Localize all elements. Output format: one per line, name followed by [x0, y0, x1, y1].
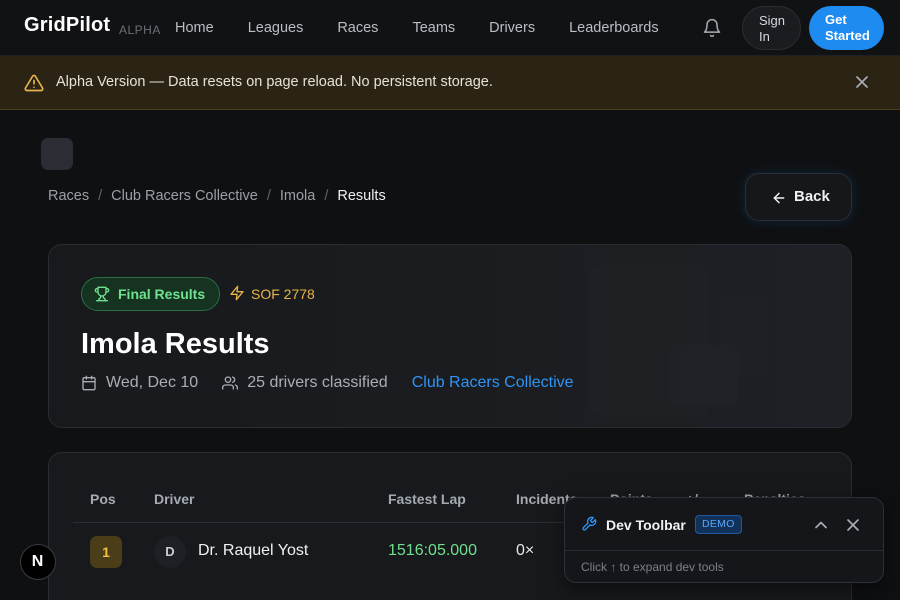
- demo-badge: DEMO: [695, 515, 742, 534]
- bell-icon[interactable]: [702, 18, 722, 38]
- decorative-pattern: [589, 265, 829, 415]
- race-header-card: Final Results SOF 2778 Imola Results Wed…: [48, 244, 852, 428]
- wrench-icon: [582, 516, 597, 531]
- breadcrumb-separator: /: [266, 188, 271, 204]
- league-link[interactable]: Club Racers Collective: [412, 374, 574, 392]
- dev-toolbar-header[interactable]: Dev Toolbar DEMO: [565, 498, 883, 551]
- chevron-up-icon[interactable]: [811, 515, 831, 535]
- users-icon: [222, 376, 239, 390]
- back-button[interactable]: Back: [745, 173, 852, 221]
- sign-in-button[interactable]: Sign In: [742, 6, 801, 50]
- arrow-left-icon: [773, 192, 785, 204]
- final-results-badge: Final Results: [81, 277, 221, 311]
- nav-link-leaderboards[interactable]: Leaderboards: [569, 20, 659, 36]
- avatar: D: [154, 536, 186, 568]
- driver-name[interactable]: Dr. Raquel Yost: [198, 542, 308, 560]
- framework-dev-button[interactable]: N: [20, 544, 56, 580]
- position-badge: [41, 138, 73, 170]
- nav-link-leagues[interactable]: Leagues: [248, 20, 304, 36]
- alpha-tag: ALPHA: [119, 23, 161, 37]
- nav-link-teams[interactable]: Teams: [412, 20, 455, 36]
- page-title: Imola Results: [81, 328, 270, 360]
- framework-dev-label: N: [31, 553, 44, 570]
- dev-toolbar-title: Dev Toolbar: [606, 517, 686, 533]
- breadcrumb-league[interactable]: Club Racers Collective: [111, 188, 258, 204]
- col-fastest-lap[interactable]: Fastest Lap: [388, 491, 466, 507]
- drivers-count: 25 drivers classified: [222, 374, 388, 392]
- race-date-text: Wed, Dec 10: [106, 374, 199, 391]
- top-navbar: GridPilot ALPHA Home Leagues Races Teams…: [0, 0, 900, 56]
- nav-link-races[interactable]: Races: [337, 20, 378, 36]
- close-icon[interactable]: [843, 515, 863, 535]
- col-pos[interactable]: Pos: [90, 491, 116, 507]
- alpha-banner: Alpha Version — Data resets on page relo…: [0, 56, 900, 110]
- trophy-icon: [94, 286, 110, 302]
- breadcrumb: Races / Club Racers Collective / Imola /…: [48, 188, 386, 204]
- drivers-count-text: 25 drivers classified: [247, 374, 388, 391]
- col-driver[interactable]: Driver: [154, 491, 194, 507]
- warning-icon: [24, 73, 44, 93]
- back-button-label: Back: [794, 188, 830, 205]
- breadcrumb-races[interactable]: Races: [48, 188, 89, 204]
- banner-text: Alpha Version — Data resets on page relo…: [56, 74, 493, 90]
- race-meta: Wed, Dec 10 25 drivers classified Club R…: [81, 374, 574, 392]
- dev-toolbar-hint: Click ↑ to expand dev tools: [581, 560, 724, 574]
- nav-links: Home Leagues Races Teams Drivers Leaderb…: [175, 0, 659, 56]
- breadcrumb-separator: /: [98, 188, 103, 204]
- lightning-icon: [230, 285, 244, 301]
- breadcrumb-current: Results: [337, 188, 386, 204]
- calendar-icon: [82, 375, 96, 391]
- breadcrumb-separator: /: [324, 188, 329, 204]
- app-logo[interactable]: GridPilot: [24, 14, 110, 37]
- breadcrumb-track[interactable]: Imola: [280, 188, 315, 204]
- race-date: Wed, Dec 10: [81, 374, 198, 392]
- dev-toolbar: Dev Toolbar DEMO Click ↑ to expand dev t…: [564, 497, 884, 583]
- close-icon[interactable]: [852, 72, 872, 92]
- nav-link-drivers[interactable]: Drivers: [489, 20, 535, 36]
- fastest-lap: 1516:05.000: [388, 542, 477, 559]
- final-results-label: Final Results: [118, 286, 206, 302]
- sof-value: SOF 2778: [251, 286, 315, 302]
- nav-link-home[interactable]: Home: [175, 20, 214, 36]
- get-started-button[interactable]: Get Started: [809, 6, 884, 50]
- position-badge: 1: [90, 536, 122, 568]
- sof-indicator: SOF 2778: [229, 285, 315, 302]
- incidents: 0×: [516, 542, 535, 559]
